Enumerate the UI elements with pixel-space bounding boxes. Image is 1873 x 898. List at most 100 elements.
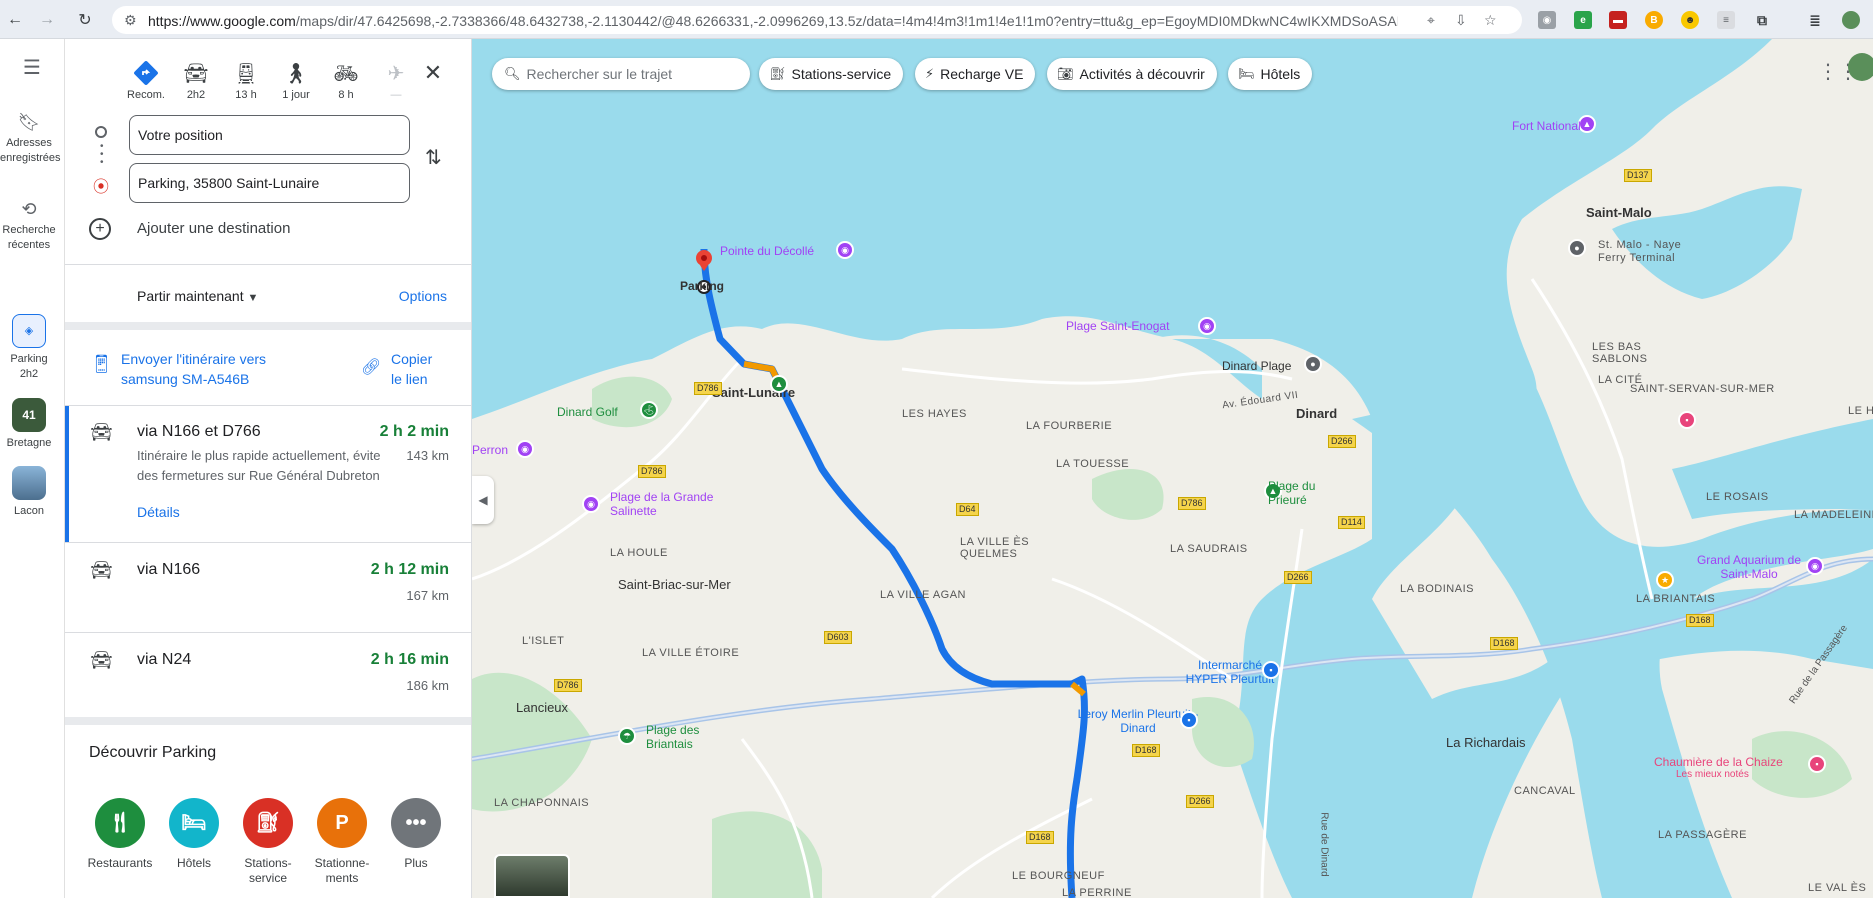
- poi-label[interactable]: Grand Aquarium de Saint-Malo: [1694, 553, 1804, 581]
- route-option[interactable]: 🚘︎ via N24 2 h 16 min 186 km: [65, 633, 471, 723]
- poi-label[interactable]: Plage Saint-Enogat: [1066, 319, 1169, 333]
- parking-icon: P: [317, 798, 367, 848]
- address-bar[interactable]: ⚙ https://www.google.com/maps/dir/47.642…: [112, 6, 1522, 34]
- poi-label[interactable]: Dinard Plage: [1222, 359, 1291, 373]
- depart-time-dropdown[interactable]: Partir maintenant ▼: [137, 288, 258, 304]
- route-option[interactable]: 🚘︎ via N166 et D766 2 h 2 min Itinéraire…: [65, 406, 471, 542]
- yellow-ext-icon[interactable]: ☻: [1681, 11, 1699, 29]
- media-icon[interactable]: ≣: [1806, 11, 1824, 29]
- hotel-poi-icon[interactable]: ▪: [1678, 411, 1696, 429]
- activities-chip[interactable]: 📷︎ Activités à découvrir: [1047, 58, 1217, 90]
- camera-poi-icon[interactable]: ◉: [516, 440, 534, 458]
- camera-poi-icon[interactable]: ◉: [582, 495, 600, 513]
- install-icon[interactable]: ⇩: [1455, 12, 1467, 29]
- street-view-thumbnail[interactable]: [494, 854, 570, 898]
- mode-transit[interactable]: 🚆︎ 13 h: [221, 57, 271, 102]
- road-shield: D786: [554, 679, 582, 692]
- place-label: LA CHAPONNAIS: [494, 797, 590, 809]
- town-label[interactable]: Saint-Malo: [1586, 205, 1652, 220]
- route-option[interactable]: 🚘︎ via N166 2 h 12 min 167 km: [65, 543, 471, 632]
- poi-label[interactable]: Dinard Golf: [557, 405, 618, 419]
- mode-walk[interactable]: 🚶︎ 1 jour: [271, 57, 321, 102]
- extensions-icon[interactable]: ⧉: [1753, 11, 1771, 29]
- hotels-chip[interactable]: 🛏︎ Hôtels: [1228, 58, 1313, 90]
- poi-label[interactable]: Fort National: [1512, 119, 1581, 133]
- options-button[interactable]: Options: [399, 288, 447, 304]
- details-link[interactable]: Détails: [137, 504, 180, 520]
- route-name: via N166: [137, 561, 201, 578]
- more-button[interactable]: ••• Plus: [379, 798, 453, 871]
- fuel-stations-chip[interactable]: ⛽︎ Stations-service: [759, 58, 904, 90]
- close-directions-button[interactable]: ✕: [413, 57, 453, 89]
- airplane-icon: ✈︎: [387, 62, 405, 85]
- landmark-icon[interactable]: ●: [1304, 355, 1322, 373]
- hotels-button[interactable]: 🛏︎ Hôtels: [157, 798, 231, 871]
- town-label[interactable]: Saint-Briac-sur-Mer: [618, 577, 731, 592]
- swap-icon[interactable]: ⇅: [425, 145, 442, 170]
- more-icon: •••: [391, 798, 441, 848]
- poi-label[interactable]: Chaumière de la Chaize: [1654, 755, 1783, 769]
- parking-button[interactable]: P Stationne-ments: [305, 798, 379, 886]
- town-label[interactable]: La Richardais: [1446, 735, 1526, 750]
- bretagne-item[interactable]: 41 Bretagne: [0, 398, 58, 451]
- site-info-icon[interactable]: ⚙: [124, 12, 137, 29]
- lacon-item[interactable]: Lacon: [0, 466, 58, 519]
- star-poi-icon[interactable]: ★: [1656, 571, 1674, 589]
- doc-ext-icon[interactable]: ≡: [1717, 11, 1735, 29]
- town-label[interactable]: Dinard: [1296, 406, 1337, 421]
- golf-icon[interactable]: ⛳︎: [640, 401, 658, 419]
- destination-label[interactable]: Parking: [680, 279, 724, 293]
- link-icon: 🔗︎: [361, 359, 382, 376]
- collapse-panel-button[interactable]: ◀: [472, 476, 494, 524]
- place-label: LE VAL ÈS: [1808, 882, 1867, 894]
- bookmark-star-icon[interactable]: ☆: [1484, 12, 1497, 29]
- mode-recommended[interactable]: Recom.: [121, 57, 171, 101]
- park-icon[interactable]: ▲: [770, 375, 788, 393]
- copy-link-button[interactable]: Copier le lien: [391, 349, 432, 389]
- profile-avatar[interactable]: [1842, 11, 1860, 29]
- town-label[interactable]: Lancieux: [516, 700, 568, 715]
- account-avatar[interactable]: [1848, 53, 1873, 81]
- poi-label[interactable]: Pointe du Décollé: [720, 244, 814, 258]
- send-to-device-link[interactable]: Envoyer l'itinéraire vers samsung SM-A546…: [121, 349, 266, 389]
- location-icon[interactable]: ⌖: [1427, 12, 1435, 29]
- camera-poi-icon[interactable]: ◉: [1198, 317, 1216, 335]
- add-destination-button[interactable]: Ajouter une destination: [137, 220, 290, 237]
- poi-label[interactable]: Perron: [472, 443, 508, 457]
- ev-charging-chip[interactable]: ⚡︎ Recharge VE: [915, 58, 1036, 90]
- beach-icon[interactable]: ☂︎: [618, 727, 636, 745]
- poi-label[interactable]: Plage de la Grande Salinette: [610, 490, 720, 518]
- back-icon[interactable]: ←: [4, 9, 26, 31]
- add-destination-icon[interactable]: +: [89, 218, 111, 240]
- map-canvas[interactable]: 🔍︎ Rechercher sur le trajet ⛽︎ Stations-se…: [472, 39, 1873, 898]
- restaurants-button[interactable]: 🍴︎ Restaurants: [83, 798, 157, 871]
- mode-car[interactable]: 🚘︎ 2h2: [171, 57, 221, 102]
- aquarium-icon[interactable]: ◉: [1806, 557, 1824, 575]
- recent-button[interactable]: ⟲ Recherche récentes: [0, 200, 58, 253]
- place-label[interactable]: St. Malo - Naye Ferry Terminal: [1598, 239, 1698, 265]
- mode-bike[interactable]: 🚲︎ 8 h: [321, 57, 371, 102]
- reload-icon[interactable]: ↻: [74, 9, 96, 31]
- evernote-ext-icon[interactable]: e: [1574, 11, 1592, 29]
- red-ext-icon[interactable]: ▬: [1609, 11, 1627, 29]
- shopping-icon[interactable]: ▪: [1180, 711, 1198, 729]
- saved-places-button[interactable]: 🔖︎ Adresses enregistrées: [0, 113, 61, 166]
- origin-input[interactable]: Votre position: [129, 115, 410, 155]
- restaurant-poi-icon[interactable]: ▪: [1808, 755, 1826, 773]
- ferry-icon[interactable]: ●: [1568, 239, 1586, 257]
- forward-icon[interactable]: →: [36, 9, 58, 31]
- parking-recent-item[interactable]: ◈ Parking 2h2: [0, 314, 58, 382]
- route-distance: 186 km: [406, 678, 449, 693]
- menu-button[interactable]: ☰: [0, 58, 58, 82]
- camera-ext-icon[interactable]: ◉: [1538, 11, 1556, 29]
- poi-label[interactable]: Plage du Prieuré: [1268, 479, 1338, 507]
- route-search-input[interactable]: 🔍︎ Rechercher sur le trajet: [492, 58, 750, 90]
- road-shield: D786: [638, 465, 666, 478]
- camera-poi-icon[interactable]: ◉: [836, 241, 854, 259]
- shopping-icon[interactable]: ▪: [1262, 661, 1280, 679]
- destination-input[interactable]: Parking, 35800 Saint-Lunaire: [129, 163, 410, 203]
- fuel-stations-button[interactable]: ⛽︎ Stations-service: [231, 798, 305, 886]
- poi-label[interactable]: Plage des Briantais: [646, 723, 736, 751]
- b-ext-icon[interactable]: B: [1645, 11, 1663, 29]
- parking-rail-label: Parking 2h2: [10, 353, 48, 380]
